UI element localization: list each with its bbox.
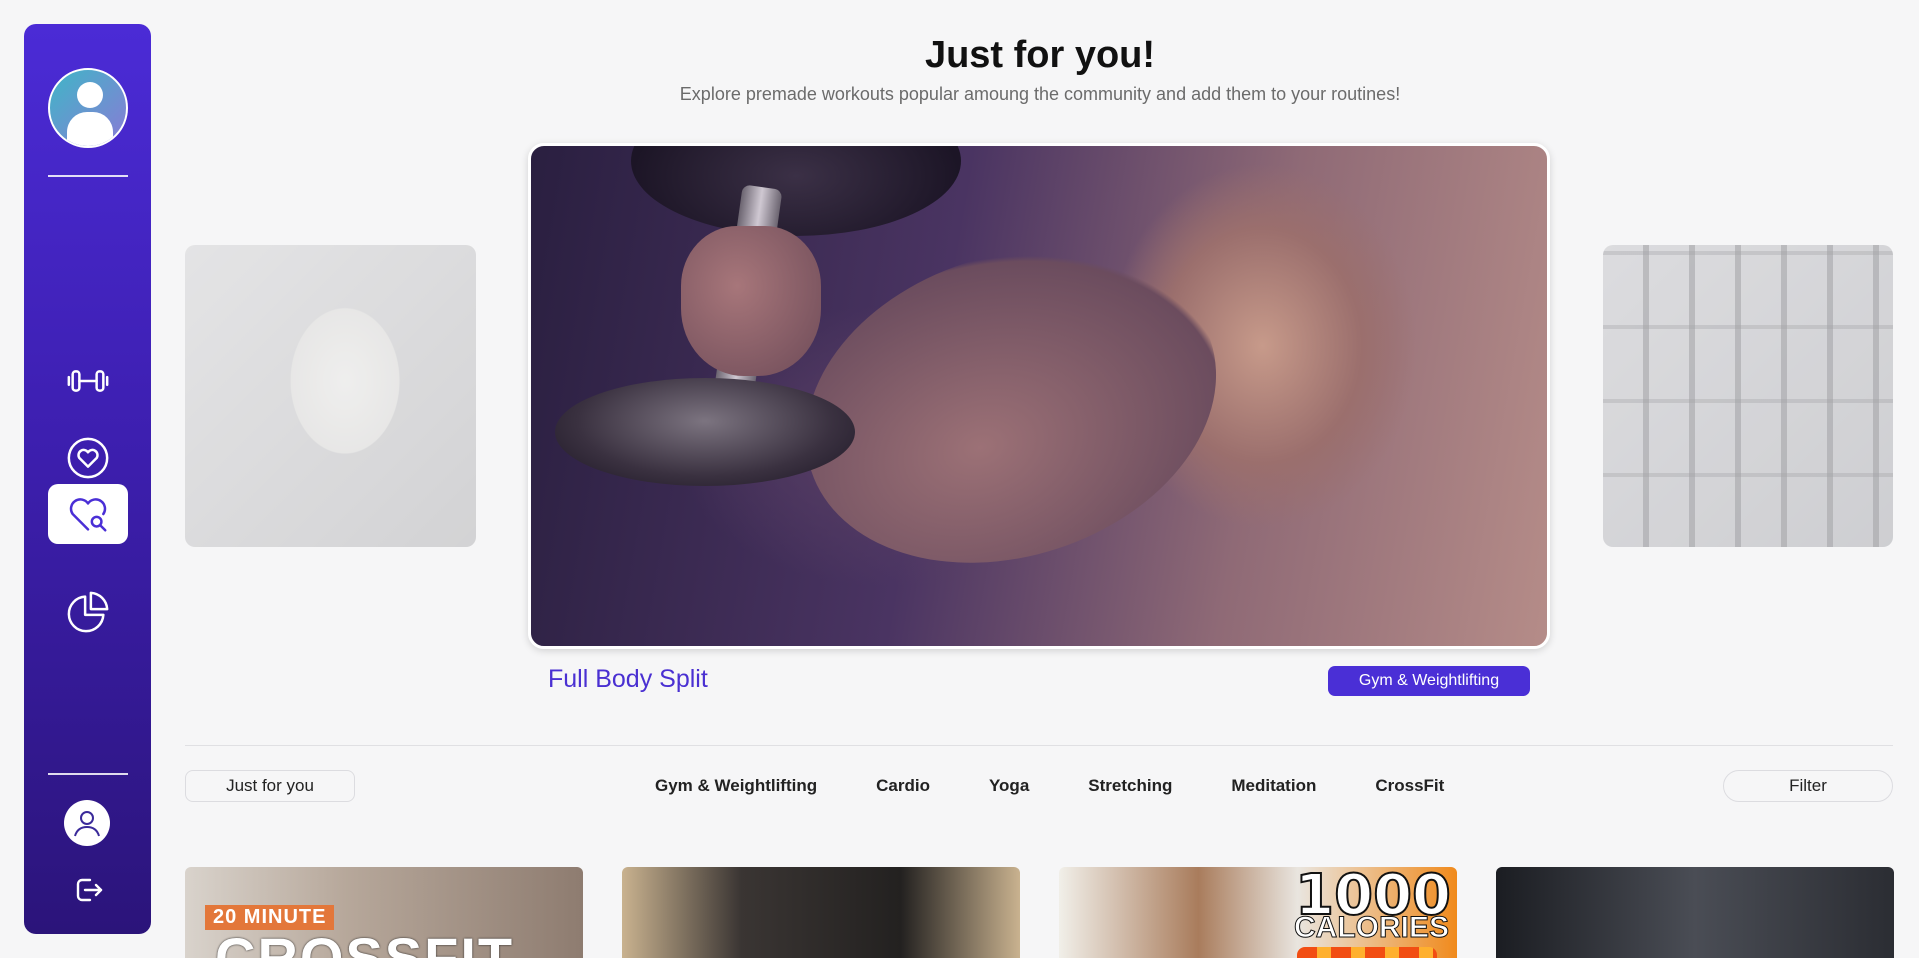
user-icon bbox=[74, 811, 100, 837]
sidebar bbox=[24, 24, 151, 934]
carousel-next-slide[interactable] bbox=[1603, 245, 1893, 547]
featured-workout-name[interactable]: Full Body Split bbox=[548, 665, 708, 694]
heart-search-icon bbox=[69, 498, 107, 532]
pie-chart-icon bbox=[67, 591, 109, 633]
category-tabs: Gym & Weightlifting Cardio Yoga Stretchi… bbox=[655, 776, 1444, 796]
sidebar-item-workouts[interactable] bbox=[48, 351, 128, 411]
heart-circle-icon bbox=[67, 437, 109, 479]
logout-icon bbox=[76, 878, 103, 902]
sidebar-item-explore[interactable] bbox=[48, 484, 128, 544]
tab-stretching[interactable]: Stretching bbox=[1088, 776, 1172, 796]
tab-gym-weightlifting[interactable]: Gym & Weightlifting bbox=[655, 776, 817, 796]
avatar[interactable] bbox=[48, 68, 128, 148]
sidebar-item-stats[interactable] bbox=[48, 582, 128, 642]
tab-crossfit[interactable]: CrossFit bbox=[1375, 776, 1444, 796]
just-for-you-button[interactable]: Just for you bbox=[185, 770, 355, 802]
profile-button[interactable] bbox=[64, 800, 110, 846]
workout-card[interactable] bbox=[1496, 867, 1894, 958]
sidebar-item-favorites[interactable] bbox=[48, 428, 128, 488]
logout-button[interactable] bbox=[68, 870, 108, 910]
dumbbell-icon bbox=[67, 370, 109, 392]
tab-cardio[interactable]: Cardio bbox=[876, 776, 930, 796]
flame-graphic bbox=[1297, 947, 1437, 958]
page-title: Just for you! bbox=[924, 34, 1156, 76]
card-title: CROSSFIT bbox=[215, 926, 515, 958]
section-divider bbox=[185, 745, 1893, 746]
tab-meditation[interactable]: Meditation bbox=[1231, 776, 1316, 796]
workout-card[interactable] bbox=[622, 867, 1020, 958]
sidebar-divider bbox=[48, 175, 128, 177]
card-subtitle: CALORIES bbox=[1293, 911, 1449, 945]
carousel-prev-slide[interactable] bbox=[185, 245, 476, 547]
sidebar-divider bbox=[48, 773, 128, 775]
featured-category-badge: Gym & Weightlifting bbox=[1328, 666, 1530, 696]
tab-yoga[interactable]: Yoga bbox=[989, 776, 1029, 796]
page-subtitle: Explore premade workouts popular amoung … bbox=[679, 84, 1401, 104]
workout-card[interactable]: 1000 CALORIES bbox=[1059, 867, 1457, 958]
filter-button[interactable]: Filter bbox=[1723, 770, 1893, 802]
workout-card[interactable]: 20 MINUTE CROSSFIT bbox=[185, 867, 583, 958]
carousel-featured-image[interactable] bbox=[528, 143, 1550, 649]
